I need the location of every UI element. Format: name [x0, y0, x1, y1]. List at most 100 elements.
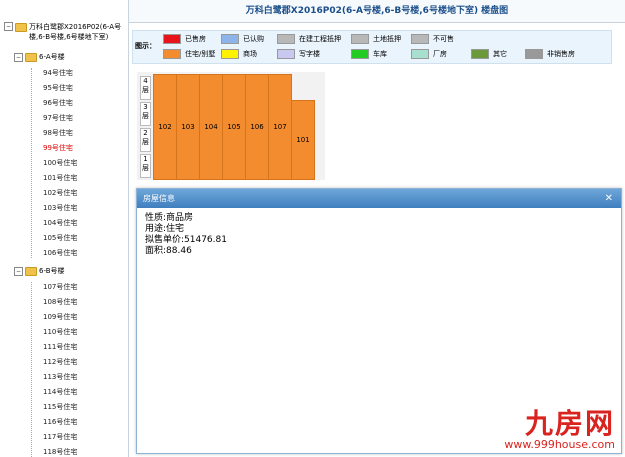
folder-open-icon	[25, 267, 37, 276]
tree-item-selected[interactable]: 99号住宅	[43, 143, 73, 153]
tree-group-label[interactable]: 6-A号楼	[39, 52, 65, 62]
legend-swatch	[163, 34, 181, 44]
legend-item-label: 写字楼	[299, 50, 320, 58]
tree-group-6b[interactable]: − 6-B号楼	[14, 266, 65, 276]
legend-swatch	[221, 49, 239, 59]
house-info-dialog: 房屋信息 ✕ 性质:商品房 用途:住宅 拟售单价:51476.81 面积:88.…	[136, 188, 622, 454]
tree-item[interactable]: 112号住宅	[43, 357, 77, 367]
tree-item[interactable]: 95号住宅	[43, 83, 73, 93]
legend-item-label: 其它	[493, 50, 507, 58]
tree-item[interactable]: 103号住宅	[43, 203, 77, 213]
page-title: 万科白鹭郡X2016P02(6-A号楼,6-B号楼,6号楼地下室) 楼盘图	[129, 0, 625, 23]
floor-label: 1 层	[140, 154, 151, 178]
collapse-icon[interactable]: −	[14, 266, 23, 276]
unit-cell[interactable]: 106	[245, 74, 269, 180]
unit-cell[interactable]: 105	[222, 74, 246, 180]
legend-item-label: 已认购	[243, 35, 264, 43]
legend-item: 已认购	[221, 34, 264, 44]
legend-item-label: 厂房	[433, 50, 447, 58]
tree-item[interactable]: 104号住宅	[43, 218, 77, 228]
tree-item[interactable]: 101号住宅	[43, 173, 77, 183]
legend-item: 住宅/别墅	[163, 49, 215, 59]
building-diagram: 4 层 3 层 2 层 1 层 102 103 104 105 106 107 …	[137, 72, 325, 180]
tree-item[interactable]: 111号住宅	[43, 342, 77, 352]
info-line: 用途:住宅	[145, 224, 185, 234]
legend-item-label: 已售房	[185, 35, 206, 43]
legend-swatch	[351, 49, 369, 59]
unit-cell[interactable]: 107	[268, 74, 292, 180]
legend-swatch	[163, 49, 181, 59]
legend-swatch	[221, 34, 239, 44]
info-line: 面积:88.46	[145, 246, 192, 256]
floor-label: 3 层	[140, 102, 151, 126]
legend-item-label: 非销售房	[547, 50, 575, 58]
tree-item[interactable]: 107号住宅	[43, 282, 77, 292]
legend-item-label: 住宅/别墅	[185, 50, 216, 58]
legend-item: 在建工程抵押	[277, 34, 341, 44]
legend-item-label: 不可售	[433, 35, 454, 43]
tree-item[interactable]: 102号住宅	[43, 188, 77, 198]
legend-item: 商场	[221, 49, 257, 59]
tree-item[interactable]: 117号住宅	[43, 432, 77, 442]
tree-item[interactable]: 116号住宅	[43, 417, 77, 427]
collapse-icon[interactable]: −	[4, 22, 13, 31]
tree-item[interactable]: 100号住宅	[43, 158, 77, 168]
watermark-url: www.999house.com	[504, 438, 615, 451]
sidebar-tree: − 万科白鹭郡X2016P02(6-A号楼,6-B号楼,6号楼地下室) − 6-…	[0, 0, 129, 457]
legend-item: 车库	[351, 49, 387, 59]
legend-swatch	[277, 49, 295, 59]
tree-item[interactable]: 96号住宅	[43, 98, 73, 108]
tree-item[interactable]: 94号住宅	[43, 68, 73, 78]
legend: 图示： 已售房 已认购 在建工程抵押 土地抵押 不可售 住宅/别墅 商场 写字楼…	[132, 30, 612, 64]
legend-item: 已售房	[163, 34, 206, 44]
legend-swatch	[411, 34, 429, 44]
legend-swatch	[351, 34, 369, 44]
tree-connector	[31, 282, 32, 457]
legend-item: 非销售房	[525, 49, 575, 59]
unit-cell[interactable]: 102	[153, 74, 177, 180]
watermark-brand: 九房网	[524, 407, 615, 440]
floor-label: 2 层	[140, 128, 151, 152]
tree-item[interactable]: 106号住宅	[43, 248, 77, 258]
legend-swatch	[471, 49, 489, 59]
info-line: 拟售单价:51476.81	[145, 235, 227, 245]
unit-cell[interactable]: 104	[199, 74, 223, 180]
legend-item-label: 商场	[243, 50, 257, 58]
collapse-icon[interactable]: −	[14, 52, 23, 62]
legend-swatch	[411, 49, 429, 59]
tree-item[interactable]: 108号住宅	[43, 297, 77, 307]
tree-root[interactable]: − 万科白鹭郡X2016P02(6-A号楼,6-B号楼,6号楼地下室)	[4, 22, 128, 42]
dialog-body: 性质:商品房 用途:住宅 拟售单价:51476.81 面积:88.46	[137, 208, 621, 262]
info-line: 性质:商品房	[145, 213, 194, 223]
tree-item[interactable]: 118号住宅	[43, 447, 77, 457]
dialog-header: 房屋信息 ✕	[137, 189, 621, 208]
tree-item[interactable]: 110号住宅	[43, 327, 77, 337]
legend-item: 其它	[471, 49, 507, 59]
legend-item: 不可售	[411, 34, 454, 44]
tree-item[interactable]: 105号住宅	[43, 233, 77, 243]
legend-item-label: 车库	[373, 50, 387, 58]
watermark: 九房网 www.999house.com	[504, 409, 615, 451]
legend-item: 写字楼	[277, 49, 320, 59]
tree-item[interactable]: 97号住宅	[43, 113, 73, 123]
tree-group-label[interactable]: 6-B号楼	[39, 266, 65, 276]
tree-group-6a[interactable]: − 6-A号楼	[14, 52, 65, 62]
tree-root-label[interactable]: 万科白鹭郡X2016P02(6-A号楼,6-B号楼,6号楼地下室)	[29, 22, 128, 42]
legend-item-label: 在建工程抵押	[299, 35, 341, 43]
legend-item-label: 土地抵押	[373, 35, 401, 43]
folder-open-icon	[25, 53, 37, 62]
legend-label: 图示：	[135, 42, 156, 50]
folder-open-icon	[15, 23, 27, 32]
legend-swatch	[277, 34, 295, 44]
legend-item: 土地抵押	[351, 34, 401, 44]
dialog-title: 房屋信息	[143, 194, 175, 203]
tree-item[interactable]: 113号住宅	[43, 372, 77, 382]
unit-cell[interactable]: 103	[176, 74, 200, 180]
tree-item[interactable]: 98号住宅	[43, 128, 73, 138]
unit-cell[interactable]: 101	[291, 100, 315, 180]
tree-item[interactable]: 109号住宅	[43, 312, 77, 322]
tree-item[interactable]: 115号住宅	[43, 402, 77, 412]
legend-swatch	[525, 49, 543, 59]
close-icon[interactable]: ✕	[605, 189, 613, 208]
tree-item[interactable]: 114号住宅	[43, 387, 77, 397]
